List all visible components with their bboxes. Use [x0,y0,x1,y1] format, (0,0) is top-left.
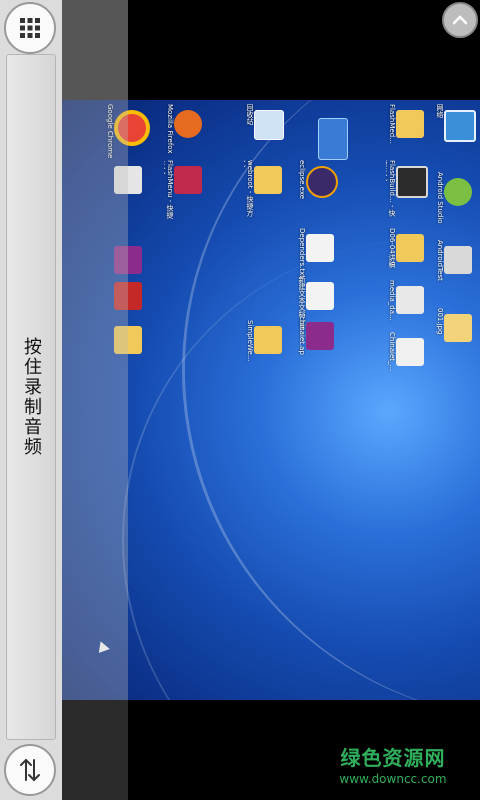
desktop-icon-flashbuilder[interactable]: FlashBuild... - 快捷方式 [384,160,428,220]
side-panel-overlay [62,100,128,700]
desktop-icon-001jpg[interactable]: 001.jpg [432,308,476,368]
record-audio-button[interactable]: 按住录制音频 [6,54,56,740]
bottom-dim-strip [62,700,128,800]
desktop-icon-d06-04[interactable]: D06-04讲稿 [384,228,428,288]
text-file-icon [306,282,334,310]
desktop-icon-firefox[interactable]: Mozilla Firefox [162,104,206,164]
feather-icon [174,166,202,194]
desktop-icon-chinaiet-ap[interactable]: chinaiet.ap [294,316,338,376]
desktop-icon-android-test[interactable]: AndroidTest [432,240,476,300]
image-file-icon [444,314,472,342]
eclipse-icon [306,166,338,198]
left-control-bar: 按住录制音频 [0,0,62,800]
swap-arrows-icon [20,758,40,782]
android-studio-icon [444,178,472,206]
folder-icon [396,110,424,138]
desktop-icon-chinaiet[interactable]: Chinaiet_... [384,332,428,392]
desktop-icon-webroot[interactable]: webroot - 快捷方式 [242,160,286,220]
desktop-icon-recycle-bin[interactable]: 回收站 [242,104,286,164]
desktop-icon-eclipse[interactable]: eclipse.exe [294,160,338,220]
desktop-icon-flashmenu[interactable]: FlashMenu - 快捷方式 [162,160,206,220]
site-watermark: 绿色资源网 www.downcc.com [328,744,458,794]
firefox-icon [174,110,202,138]
watermark-title: 绿色资源网 [340,746,446,770]
grid-icon [20,18,40,38]
top-dim-strip [62,0,128,100]
desktop-icon-simplewe[interactable]: SimpleWe... [242,320,286,380]
watermark-url: www.downcc.com [339,772,447,786]
folder-icon [444,246,472,274]
recycle-bin-icon [254,110,284,140]
record-audio-label: 按住录制音频 [21,337,42,457]
folder-icon [254,326,282,354]
chevron-up-icon [452,15,468,25]
text-file-icon [306,234,334,262]
desktop-icon-network[interactable]: 网络 [432,104,476,164]
document-icon [396,286,424,314]
desktop-icon-folder[interactable]: FlashMed... [384,104,428,164]
folder-icon [254,166,282,194]
flash-builder-icon [396,166,428,198]
monitor-icon [444,110,476,142]
menu-button[interactable] [4,2,56,54]
scroll-up-button[interactable] [442,2,478,38]
document-icon [396,338,424,366]
folder-icon [396,234,424,262]
desktop-icon-media-da[interactable]: media_da... [384,280,428,340]
swap-button[interactable] [4,744,56,796]
desktop-icon-android-studio[interactable]: Android Studio [432,172,476,232]
live-broadcast-icon [318,118,348,160]
archive-icon [306,322,334,350]
